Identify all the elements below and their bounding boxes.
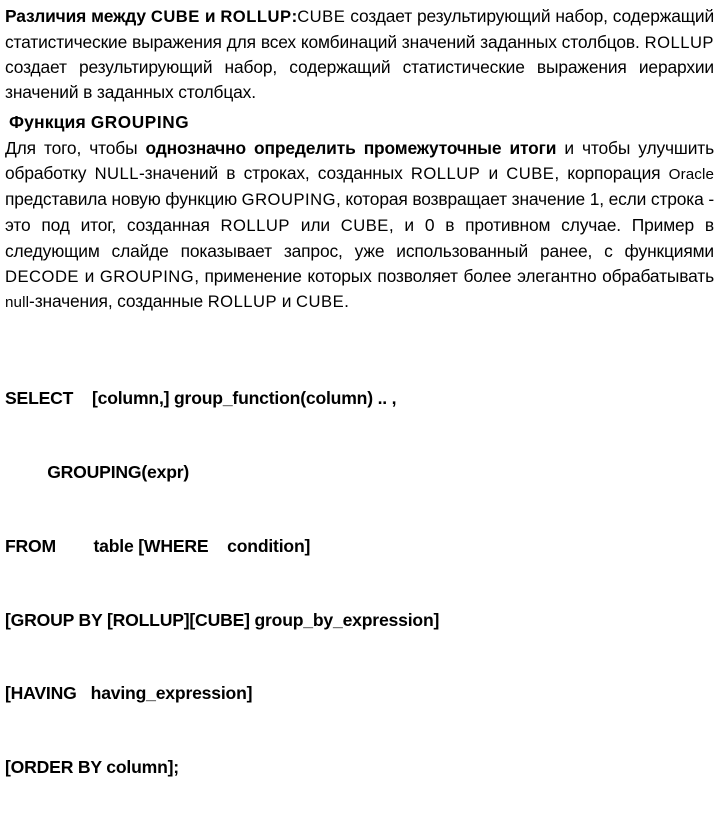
rollup-token-3: ROLLUP xyxy=(220,216,290,236)
grouping-bold-phrase: однозначно определить промежуточные итог… xyxy=(145,138,557,158)
paragraph-grouping-description: Для того, чтобы однозначно определить пр… xyxy=(5,136,714,334)
grouping-seg-12: , применение которых позволяет более эле… xyxy=(194,265,714,286)
grouping-token-2: GROUPING xyxy=(99,266,195,286)
grouping-seg-6: , корпорация xyxy=(554,162,669,183)
null-lower-token: null xyxy=(5,294,30,312)
oracle-token: Oracle xyxy=(668,165,715,183)
grouping-token: GROUPING xyxy=(241,190,337,210)
null-upper-token: NULL xyxy=(94,163,139,183)
sql-line-order-by: [ORDER BY column]; xyxy=(5,757,179,778)
grouping-seg-11: и xyxy=(79,265,100,286)
heading-grouping-function: Функция GROUPING xyxy=(9,110,189,135)
cube-token-3: CUBE xyxy=(340,216,389,236)
cube-token-4: CUBE xyxy=(296,292,345,312)
lead-bold-cyrillic: Различия между xyxy=(5,6,151,26)
cube-token-2: CUBE xyxy=(506,163,555,183)
lead-bold-conjunction: и xyxy=(199,6,221,26)
sql-line-grouping-expr: GROUPING(expr) xyxy=(5,461,190,482)
heading-prefix: Функция xyxy=(9,112,91,132)
lead-bold-cube-token: CUBE xyxy=(150,7,200,26)
sql-line-from: FROM table [WHERE condition] xyxy=(5,535,311,556)
grouping-seg-13: -значения, созданные xyxy=(29,291,208,312)
grouping-seg-7: представила новую функцию xyxy=(5,189,242,210)
paragraph-cube-rollup-differences: Различия между CUBE и ROLLUP:CUBE создае… xyxy=(5,4,714,108)
sql-line-having: [HAVING having_expression] xyxy=(5,683,253,704)
rollup-token: ROLLUP xyxy=(644,32,714,52)
grouping-seg-14: и xyxy=(277,291,297,312)
cube-token: CUBE xyxy=(297,7,346,26)
grouping-seg-15: . xyxy=(344,291,349,312)
sql-line-group-by: [GROUP BY [ROLLUP][CUBE] group_by_expres… xyxy=(5,609,440,630)
grouping-seg-9: или xyxy=(289,215,341,236)
heading-grouping-name: GROUPING xyxy=(90,112,190,132)
rollup-token-4: ROLLUP xyxy=(207,292,278,312)
grouping-seg-1: Для того, чтобы xyxy=(5,138,146,158)
decode-token: DECODE xyxy=(5,266,79,286)
sql-syntax-block: SELECT [column,] group_function(column) … xyxy=(5,337,714,829)
rollup-token-2: ROLLUP xyxy=(410,163,481,183)
grouping-seg-4: -значений в строках, созданных xyxy=(139,162,411,183)
grouping-seg-5: и xyxy=(480,162,507,183)
lead-bold-rollup-token: ROLLUP xyxy=(220,7,292,26)
slide-canvas: Различия между CUBE и ROLLUP:CUBE создае… xyxy=(0,0,720,777)
sql-line-select: SELECT [column,] group_function(column) … xyxy=(5,388,397,409)
differences-body-second: создает результирующий набор, содержащий… xyxy=(5,57,714,103)
